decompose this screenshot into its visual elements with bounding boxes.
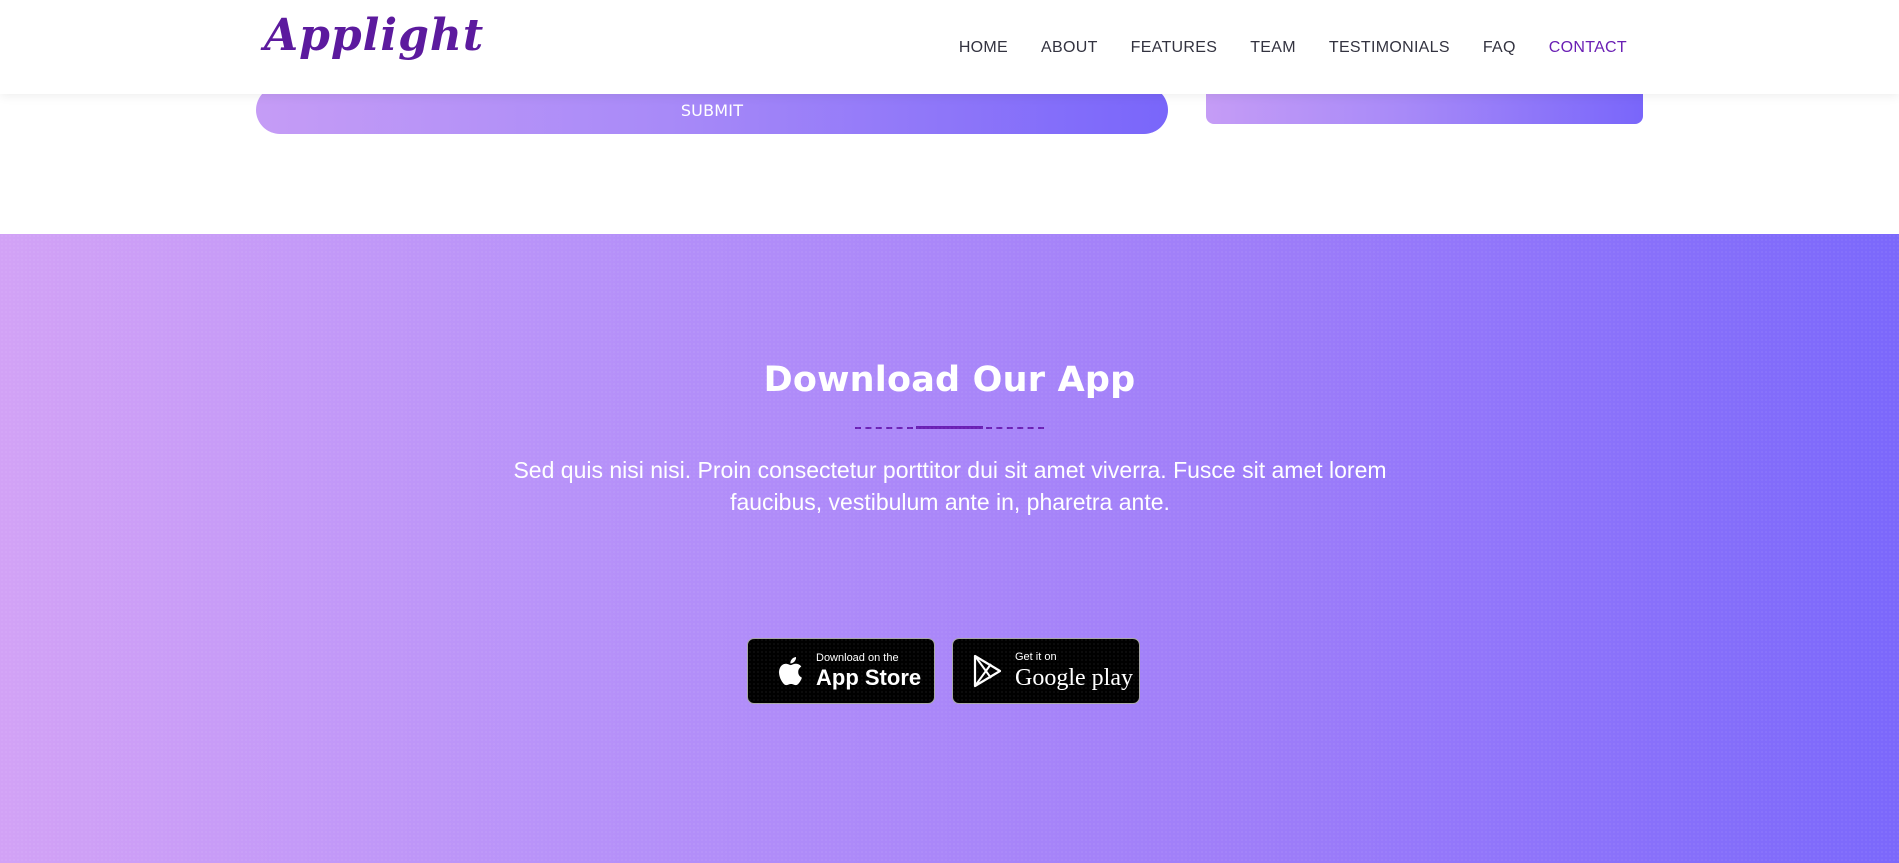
nav-item-testimonials: TESTIMONIALS	[1329, 37, 1450, 57]
section-title: Download Our App	[763, 360, 1136, 400]
nav-item-features: FEATURES	[1131, 37, 1218, 57]
nav-link-features[interactable]: FEATURES	[1131, 39, 1218, 56]
app-store-button[interactable]: Download on the App Store	[747, 638, 935, 704]
google-play-small-text: Get it on	[1015, 651, 1057, 663]
nav-link-home[interactable]: HOME	[959, 39, 1008, 56]
divider-dash-right	[986, 427, 1044, 429]
logo[interactable]: Applight	[264, 14, 484, 58]
navbar: Applight HOME ABOUT FEATURES TEAM TESTIM…	[0, 0, 1899, 94]
nav-item-faq: FAQ	[1483, 37, 1516, 57]
nav-link-contact[interactable]: CONTACT	[1549, 39, 1627, 56]
apple-icon	[772, 654, 806, 688]
store-buttons: Download on the App Store Get it on Goog…	[747, 638, 1157, 704]
nav-link-faq[interactable]: FAQ	[1483, 39, 1516, 56]
google-play-button[interactable]: Get it on Google play	[952, 638, 1140, 704]
nav-menu: HOME ABOUT FEATURES TEAM TESTIMONIALS FA…	[926, 0, 1627, 94]
divider-dash-left	[855, 427, 913, 429]
nav-item-team: TEAM	[1250, 37, 1296, 57]
app-store-small-text: Download on the	[816, 652, 899, 664]
download-section: Download Our App Sed quis nisi nisi. Pro…	[0, 234, 1899, 863]
google-play-big-text: Google play	[1015, 665, 1133, 691]
nav-item-home: HOME	[959, 37, 1008, 57]
nav-link-about[interactable]: ABOUT	[1041, 39, 1098, 56]
title-divider	[855, 426, 1044, 430]
nav-item-contact: CONTACT	[1549, 37, 1627, 57]
nav-link-team[interactable]: TEAM	[1250, 39, 1296, 56]
nav-item-about: ABOUT	[1041, 37, 1098, 57]
section-description: Sed quis nisi nisi. Proin consectetur po…	[513, 457, 1387, 515]
google-play-text: Get it on Google play	[1015, 651, 1133, 691]
nav-link-testimonials[interactable]: TESTIMONIALS	[1329, 39, 1450, 56]
app-store-big-text: App Store	[816, 665, 922, 690]
google-play-icon	[971, 654, 1005, 688]
divider-solid	[916, 426, 983, 429]
app-store-text: Download on the App Store	[816, 653, 921, 689]
